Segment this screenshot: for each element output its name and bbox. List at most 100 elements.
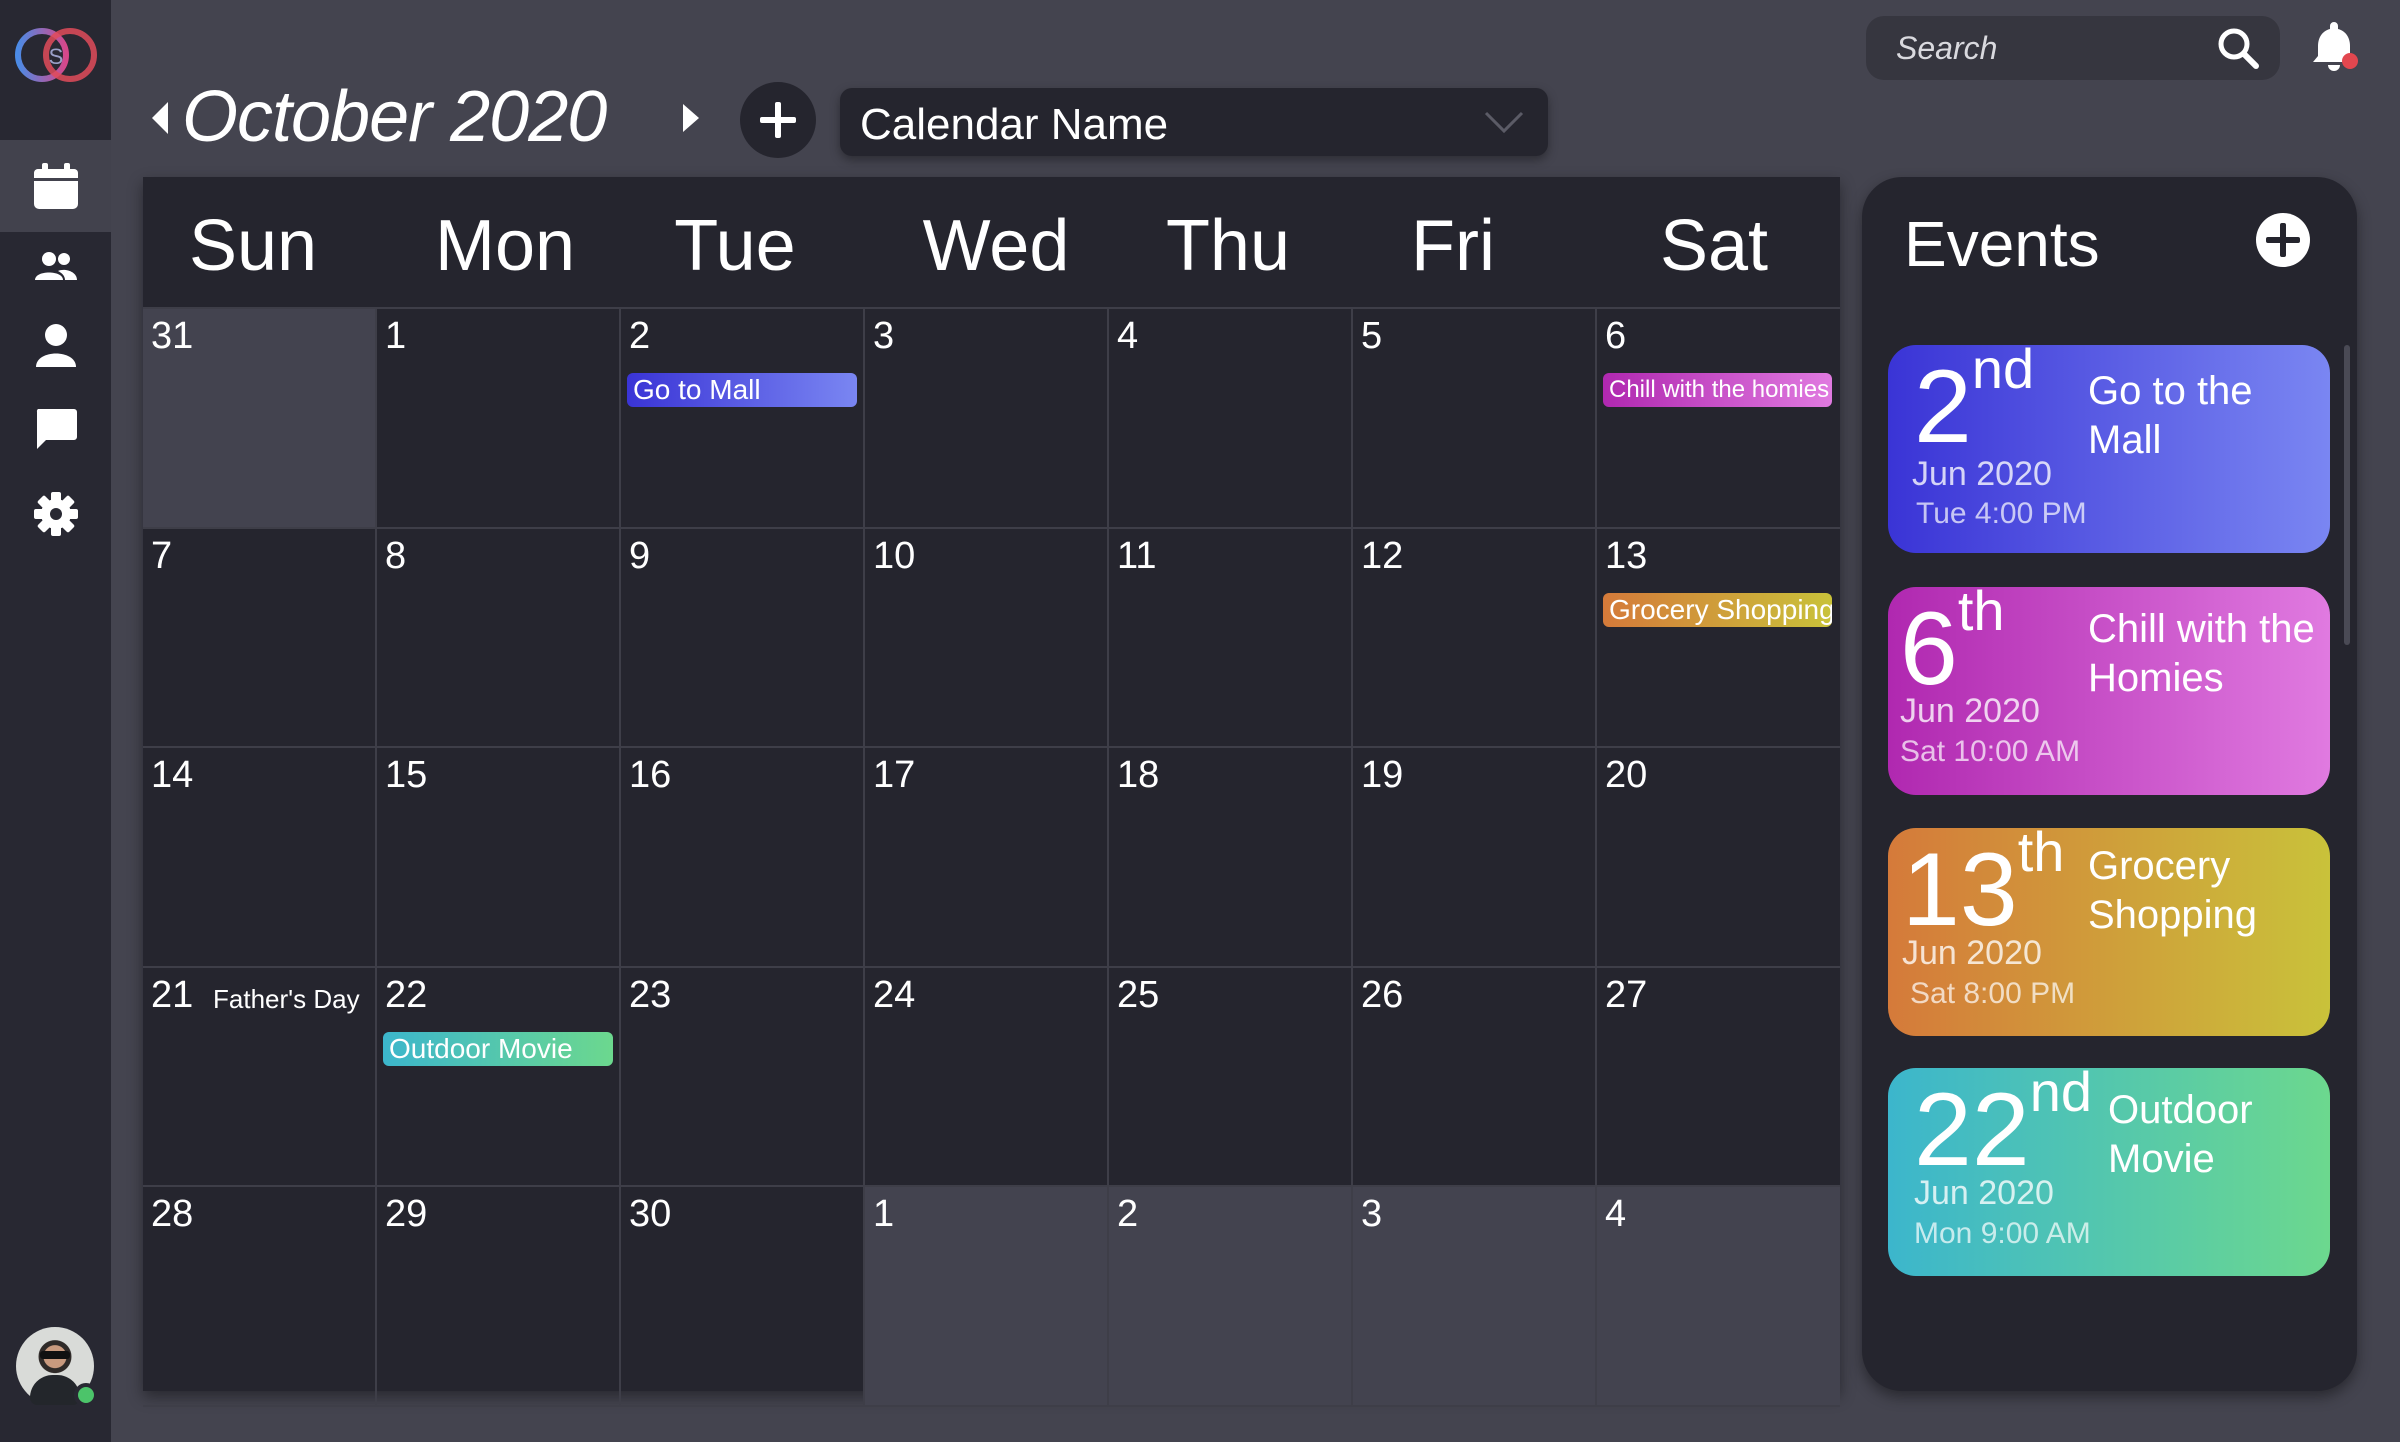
event-card[interactable]: 22nd Jun 2020 Mon 9:00 AM Outdoor Movie — [1888, 1068, 2330, 1276]
day-cell[interactable]: 6 Chill with the homies — [1597, 309, 1840, 529]
day-cell[interactable]: 27 — [1597, 968, 1840, 1188]
notification-bell-icon[interactable] — [2310, 22, 2358, 72]
day-number: 1 — [385, 315, 407, 357]
event-day-number: 22 — [1914, 1072, 2030, 1188]
day-cell[interactable]: 28 — [143, 1187, 377, 1407]
next-month-icon[interactable] — [680, 102, 702, 134]
weekday-label: Tue — [674, 206, 796, 286]
day-cell[interactable]: 31 — [143, 309, 377, 529]
svg-text:S: S — [49, 44, 64, 69]
sidebar-item-messages[interactable] — [0, 383, 111, 475]
day-cell[interactable]: 4 — [1109, 309, 1353, 529]
day-cell[interactable]: 4 — [1597, 1187, 1840, 1407]
day-number: 4 — [1117, 315, 1139, 357]
event-day-suffix: nd — [2029, 1068, 2092, 1123]
day-number: 10 — [873, 534, 916, 577]
weekday-label: Thu — [1165, 206, 1291, 286]
day-cell[interactable]: 15 — [377, 748, 621, 968]
day-cell[interactable]: 23 — [621, 967, 865, 1188]
add-event-circle-icon[interactable] — [2254, 211, 2312, 269]
day-cell[interactable]: 20 — [1597, 748, 1840, 968]
online-status-dot — [74, 1383, 98, 1407]
events-scrollbar[interactable] — [2344, 345, 2350, 645]
day-cell[interactable]: 1 — [865, 1187, 1109, 1407]
event-name: Go to the Mall — [2088, 369, 2253, 462]
search-input[interactable] — [1896, 28, 2196, 68]
events-panel: Events 2nd Jun 2020 Tue 4:00 PM Go to the M… — [1862, 177, 2357, 1391]
day-cell[interactable]: 22 Outdoor Movie — [377, 967, 621, 1188]
weekday-label: Sun — [188, 206, 318, 286]
users-icon — [34, 252, 77, 280]
event-card[interactable]: 13th Jun 2020 Sat 8:00 PM Grocery Shopping — [1888, 828, 2330, 1036]
day-cell[interactable]: 12 — [1353, 528, 1597, 749]
event-chip[interactable]: Outdoor Movie — [383, 1031, 613, 1066]
event-month: Jun 2020 — [1900, 692, 2040, 730]
gear-icon — [33, 492, 78, 536]
day-number: 1 — [873, 1193, 895, 1236]
sidebar-item-settings[interactable] — [0, 468, 111, 560]
day-cell[interactable]: 11 — [1109, 528, 1353, 749]
user-icon — [35, 324, 76, 367]
avatar[interactable] — [16, 1327, 98, 1407]
avatar-glasses — [40, 1351, 70, 1359]
app-logo[interactable]: S — [12, 20, 100, 90]
day-number: 24 — [873, 973, 916, 1016]
event-card[interactable]: 6th Jun 2020 Sat 10:00 AM Chill with the Ho… — [1888, 587, 2330, 795]
day-cell[interactable]: 26 — [1353, 967, 1597, 1188]
day-cell[interactable]: 25 — [1109, 967, 1353, 1188]
day-number: 20 — [1605, 754, 1648, 797]
sidebar-item-profile[interactable] — [0, 299, 111, 391]
weekday-label: Sat — [1659, 206, 1769, 286]
day-number: 4 — [1605, 1193, 1627, 1236]
day-number: 5 — [1361, 315, 1383, 357]
day-cell[interactable]: 14 — [143, 748, 377, 968]
day-number: 8 — [385, 534, 407, 577]
day-cell[interactable]: 21 Father's Day — [143, 967, 377, 1188]
prev-month-icon[interactable] — [150, 100, 170, 136]
event-chip[interactable]: Grocery Shopping — [1603, 592, 1832, 627]
day-cell[interactable]: 17 — [865, 748, 1109, 968]
search-icon[interactable] — [2216, 26, 2260, 70]
event-day-number: 2 — [1914, 349, 1972, 465]
day-cell[interactable]: 24 — [865, 967, 1109, 1188]
day-cell[interactable]: 19 — [1353, 748, 1597, 968]
day-cell[interactable]: 1 — [377, 309, 621, 529]
sidebar-item-calendar[interactable] — [0, 140, 111, 232]
day-cell[interactable]: 13 Grocery Shopping — [1597, 529, 1840, 749]
day-cell[interactable]: 16 — [621, 748, 865, 968]
day-number: 2 — [1117, 1193, 1139, 1236]
day-cell[interactable]: 3 — [1353, 1187, 1597, 1407]
day-cell[interactable]: 29 — [377, 1187, 621, 1407]
calendar-select[interactable]: Calendar Name — [840, 88, 1548, 156]
chat-icon — [36, 409, 77, 449]
event-day-number: 6 — [1900, 591, 1958, 707]
day-number: 3 — [1361, 1193, 1383, 1236]
day-number: 25 — [1117, 973, 1160, 1016]
day-cell[interactable]: 30 — [621, 1187, 865, 1407]
event-chip[interactable]: Chill with the homies — [1603, 373, 1832, 407]
event-chip[interactable]: Go to Mall — [627, 373, 857, 407]
add-event-button[interactable] — [740, 82, 816, 158]
month-title: October 2020 — [182, 77, 607, 157]
day-cell[interactable]: 8 — [377, 528, 621, 749]
day-cell[interactable]: 10 — [865, 528, 1109, 749]
day-cell[interactable]: 3 — [865, 309, 1109, 529]
day-cell[interactable]: 2 — [1109, 1187, 1353, 1407]
event-name: Grocery Shopping — [2088, 844, 2258, 937]
day-number: 16 — [629, 754, 672, 797]
event-time: Mon 9:00 AM — [1914, 1217, 2091, 1250]
day-cell[interactable]: 9 — [621, 528, 865, 749]
day-cell[interactable]: 2 Go to Mall — [621, 309, 865, 529]
day-number: 21 — [151, 973, 194, 1016]
day-cell[interactable]: 5 — [1353, 309, 1597, 529]
event-card[interactable]: 2nd Jun 2020 Tue 4:00 PM Go to the Mall — [1888, 345, 2330, 553]
event-day-suffix: th — [2017, 828, 2065, 883]
day-number: 27 — [1605, 973, 1648, 1016]
day-number: 18 — [1117, 754, 1160, 797]
day-cell[interactable]: 7 — [143, 528, 377, 749]
event-day: 2nd — [1914, 345, 2034, 459]
weekday-label: Mon — [434, 206, 576, 286]
day-cell[interactable]: 18 — [1109, 748, 1353, 968]
search-bar — [1866, 16, 2280, 80]
calendar-icon — [33, 163, 78, 209]
